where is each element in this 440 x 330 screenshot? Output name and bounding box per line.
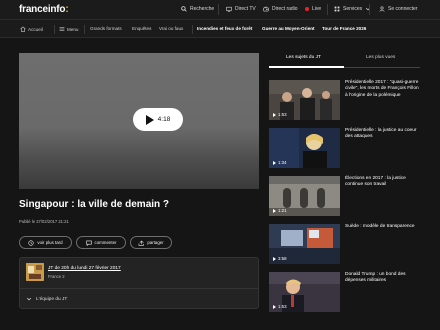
- grid-icon: [334, 6, 340, 12]
- list-item[interactable]: 1:53 Présidentielle 2017 : "quasi-guerre…: [269, 80, 420, 120]
- hamburger-icon: [59, 26, 65, 32]
- nav-menu-label: Menu: [67, 26, 79, 32]
- live-label: Live: [312, 6, 322, 12]
- direct-radio-label: Direct radio: [272, 6, 298, 12]
- play-icon: [273, 304, 276, 309]
- video-player[interactable]: 4:18: [19, 53, 259, 189]
- program-channel: France 2: [48, 274, 65, 279]
- list-item[interactable]: 3:58 Suède : modèle de transparence: [269, 224, 420, 264]
- duration-badge: 1:53: [273, 112, 287, 117]
- comment-label: commenter: [94, 240, 117, 245]
- team-toggle[interactable]: L'équipe du JT: [26, 296, 67, 302]
- user-icon: [379, 6, 385, 12]
- divider: [192, 25, 193, 34]
- live-button[interactable]: Live: [305, 6, 321, 12]
- top-bar: franceinfo: Recherche Direct TV Direct r…: [0, 0, 440, 20]
- tab-plus-vues[interactable]: Les plus vues: [366, 55, 395, 60]
- divider: [327, 4, 328, 15]
- divider: [84, 25, 85, 34]
- list-item-title[interactable]: Élections en 2017 : la justice continue …: [345, 176, 420, 189]
- services-menu[interactable]: Services: [334, 6, 371, 12]
- duration-badge: 3:58: [273, 256, 287, 261]
- team-toggle-label: L'équipe du JT: [36, 296, 68, 302]
- site-logo[interactable]: franceinfo:: [19, 4, 69, 15]
- list-item-title[interactable]: Présidentielle : la justice au coeur des…: [345, 128, 420, 141]
- nav-item-enquetes[interactable]: Enquêtes: [132, 26, 151, 31]
- play-icon: [145, 114, 154, 125]
- direct-tv-button[interactable]: Direct TV: [226, 6, 256, 12]
- page-title: Singapour : la ville de demain ?: [19, 199, 170, 210]
- tv-icon: [226, 6, 232, 12]
- comment-button[interactable]: commenter: [76, 236, 126, 249]
- program-thumbnail[interactable]: [26, 263, 44, 281]
- play-icon: [273, 160, 276, 165]
- login-button[interactable]: Se connecter: [379, 6, 417, 12]
- nav-item-vrai-ou-faux[interactable]: Vrai ou faux: [159, 26, 183, 31]
- duration-badge: 1:21: [273, 208, 287, 213]
- video-thumbnail[interactable]: 3:58: [269, 224, 340, 264]
- video-thumbnail[interactable]: 1:21: [269, 176, 340, 216]
- clock-icon: [28, 239, 35, 246]
- divider: [344, 67, 420, 68]
- search-icon: [181, 6, 187, 12]
- play-icon: [273, 112, 276, 117]
- tab-sujets-du-jt[interactable]: Les sujets du JT: [286, 55, 321, 60]
- video-thumbnail[interactable]: 1:34: [269, 128, 340, 168]
- publication-date: Publié le 27/02/2017 21:21: [19, 219, 69, 224]
- direct-radio-button[interactable]: Direct radio: [263, 6, 298, 12]
- list-item-title[interactable]: Suède : modèle de transparence: [345, 224, 420, 230]
- search-label: Recherche: [190, 6, 215, 12]
- divider: [54, 25, 55, 34]
- list-item[interactable]: 1:21 Élections en 2017 : la justice cont…: [269, 176, 420, 216]
- program-link[interactable]: JT de 20h du lundi 27 février 2017: [48, 266, 121, 271]
- direct-tv-label: Direct TV: [235, 6, 256, 12]
- duration-badge: 1:53: [273, 304, 287, 309]
- search-button[interactable]: Recherche: [181, 6, 214, 12]
- play-button[interactable]: 4:18: [133, 108, 183, 131]
- radio-icon: [263, 6, 269, 12]
- divider: [369, 4, 370, 15]
- share-button[interactable]: partager: [130, 236, 172, 249]
- program-card: JT de 20h du lundi 27 février 2017 Franc…: [19, 257, 259, 309]
- duration-badge: 1:34: [273, 160, 287, 165]
- play-icon: [273, 256, 276, 261]
- share-icon: [138, 240, 145, 246]
- list-item[interactable]: 1:53 Donald Trump : un bond des dépenses…: [269, 272, 420, 312]
- nav-highlight-moyen-orient[interactable]: Guerre au Moyen-Orient: [262, 26, 315, 31]
- watch-later-button[interactable]: voir plus tard: [19, 236, 72, 249]
- nav-item-grands-formats[interactable]: Grands formats: [90, 26, 122, 31]
- tab-active-indicator: [269, 66, 344, 68]
- play-icon: [273, 208, 276, 213]
- nav-home-label: Accueil: [28, 26, 43, 32]
- video-duration: 4:18: [157, 116, 171, 123]
- nav-bar: Accueil Menu Grands formats Enquêtes Vra…: [0, 20, 440, 38]
- list-item[interactable]: 1:34 Présidentielle : la justice au coeu…: [269, 128, 420, 168]
- live-dot-icon: [305, 7, 309, 11]
- divider: [218, 4, 219, 15]
- list-item-title[interactable]: Donald Trump : un bond des dépenses mili…: [345, 272, 420, 285]
- login-label: Se connecter: [388, 6, 418, 12]
- sidebar-tabs: Les sujets du JT Les plus vues: [269, 50, 420, 68]
- services-label: Services: [343, 6, 363, 12]
- video-thumbnail[interactable]: 1:53: [269, 272, 340, 312]
- comment-icon: [85, 240, 92, 246]
- chevron-down-icon: [26, 296, 32, 302]
- watch-later-label: voir plus tard: [37, 240, 63, 245]
- list-item-title[interactable]: Présidentielle 2017 : "quasi-guerre civi…: [345, 80, 420, 99]
- home-icon: [20, 26, 26, 32]
- nav-menu[interactable]: Menu: [59, 26, 79, 32]
- nav-home[interactable]: Accueil: [20, 26, 43, 32]
- share-label: partager: [147, 240, 164, 245]
- nav-highlight-tour-de-france[interactable]: Tour de France 2026: [322, 26, 366, 31]
- video-thumbnail[interactable]: 1:53: [269, 80, 340, 120]
- divider: [20, 288, 258, 289]
- nav-highlight-incendies[interactable]: Incendies et feux de forêt: [197, 26, 252, 31]
